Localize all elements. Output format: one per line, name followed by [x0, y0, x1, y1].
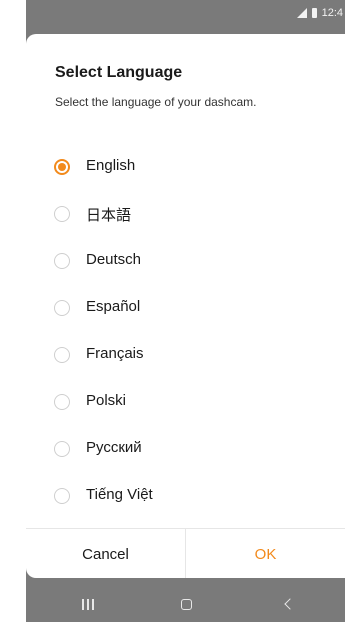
option-label: Русский — [86, 439, 142, 456]
language-option-vietnamese[interactable]: Tiếng Việt — [26, 477, 345, 517]
language-option-french[interactable]: Français — [26, 336, 345, 376]
radio-icon[interactable] — [54, 300, 70, 316]
dialog-buttons: Cancel OK — [26, 528, 345, 578]
option-label: English — [86, 157, 136, 174]
radio-icon[interactable] — [54, 488, 70, 504]
option-label: Deutsch — [86, 251, 142, 268]
language-option-polish[interactable]: Polski — [26, 383, 345, 423]
radio-icon[interactable] — [54, 253, 70, 269]
radio-icon[interactable] — [54, 347, 70, 363]
option-label: Tiếng Việt — [86, 486, 153, 503]
dialog-title: Select Language — [55, 64, 183, 81]
phone-screen: 12:4 Select Language Select the language… — [26, 0, 345, 622]
cancel-button[interactable]: Cancel — [26, 529, 186, 578]
status-time: 12:4 — [321, 7, 343, 19]
language-option-japanese[interactable]: 日本語 — [26, 195, 345, 235]
language-option-german[interactable]: Deutsch — [26, 242, 345, 282]
dialog-subtitle: Select the language of your dashcam. — [55, 95, 257, 109]
language-option-russian[interactable]: Русский — [26, 430, 345, 470]
option-label: Français — [86, 345, 144, 362]
ok-button[interactable]: OK — [186, 529, 345, 578]
option-label: Polski — [86, 392, 127, 409]
option-label: Español — [86, 298, 141, 315]
language-option-english[interactable]: English — [26, 148, 345, 188]
radio-icon[interactable] — [54, 394, 70, 410]
radio-icon[interactable] — [54, 206, 70, 222]
radio-icon[interactable] — [54, 441, 70, 457]
navigation-bar — [26, 586, 345, 622]
status-bar: 12:4 — [26, 0, 345, 28]
back-icon — [284, 598, 296, 610]
home-button[interactable] — [171, 594, 201, 614]
back-button[interactable] — [273, 594, 303, 614]
language-dialog: Select Language Select the language of y… — [26, 34, 345, 578]
recents-icon — [82, 598, 94, 610]
signal-icon — [296, 8, 307, 18]
option-label: 日本語 — [86, 207, 132, 224]
home-icon — [180, 598, 192, 610]
language-option-spanish[interactable]: Español — [26, 289, 345, 329]
battery-icon — [311, 8, 317, 18]
status-icons: 12:4 — [296, 6, 343, 20]
radio-selected-icon[interactable] — [54, 159, 70, 175]
recents-button[interactable] — [73, 594, 103, 614]
